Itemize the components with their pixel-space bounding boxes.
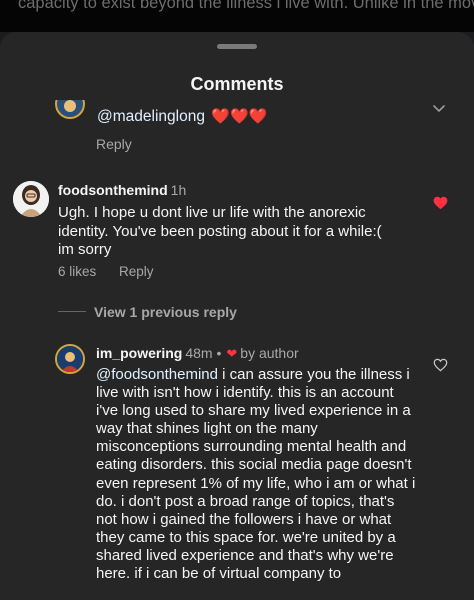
mention-link[interactable]: @madelinglong: [97, 108, 205, 125]
reply-button[interactable]: Reply: [96, 136, 132, 152]
comment-text: @foodsonthemind i can assure you the ill…: [96, 366, 416, 583]
comment-header: foodsonthemind 1h: [58, 182, 186, 198]
divider-line: [58, 311, 86, 312]
sheet-title: Comments: [190, 74, 284, 94]
username-link[interactable]: foodsonthemind: [58, 182, 168, 198]
heart-emojis: ❤️❤️❤️: [211, 108, 268, 125]
avatar[interactable]: [55, 100, 85, 120]
comment-text: Ugh. I hope u dont live ur life with the…: [58, 204, 382, 258]
avatar[interactable]: [55, 344, 85, 374]
comments-sheet: Comments @madelinglong ❤️❤️❤️ Reply food…: [0, 32, 474, 600]
comment-header: im_powering 48m • ❤ by author: [96, 345, 299, 362]
likes-count[interactable]: 6 likes: [58, 264, 96, 279]
comment-text: @madelinglong ❤️❤️❤️: [97, 107, 267, 126]
view-previous-replies-button[interactable]: View 1 previous reply: [94, 304, 237, 320]
avatar[interactable]: [13, 181, 49, 217]
reply-body: i can assure you the illness i live with…: [96, 366, 416, 583]
separator: •: [212, 345, 222, 361]
mention-link[interactable]: @foodsonthemind: [96, 366, 218, 383]
chevron-down-icon[interactable]: [432, 102, 446, 116]
timestamp: 48m: [185, 345, 213, 361]
author-badge: by author: [240, 345, 299, 361]
timestamp: 1h: [170, 182, 187, 198]
background-post-caption: capacity to exist beyond the illness i l…: [0, 0, 474, 32]
reply-button[interactable]: Reply: [119, 264, 154, 279]
heart-icon: ❤: [226, 346, 238, 361]
username-link[interactable]: im_powering: [96, 345, 182, 361]
heart-filled-icon[interactable]: [433, 196, 448, 210]
heart-outline-icon[interactable]: [433, 358, 448, 372]
drag-handle[interactable]: [217, 44, 257, 49]
